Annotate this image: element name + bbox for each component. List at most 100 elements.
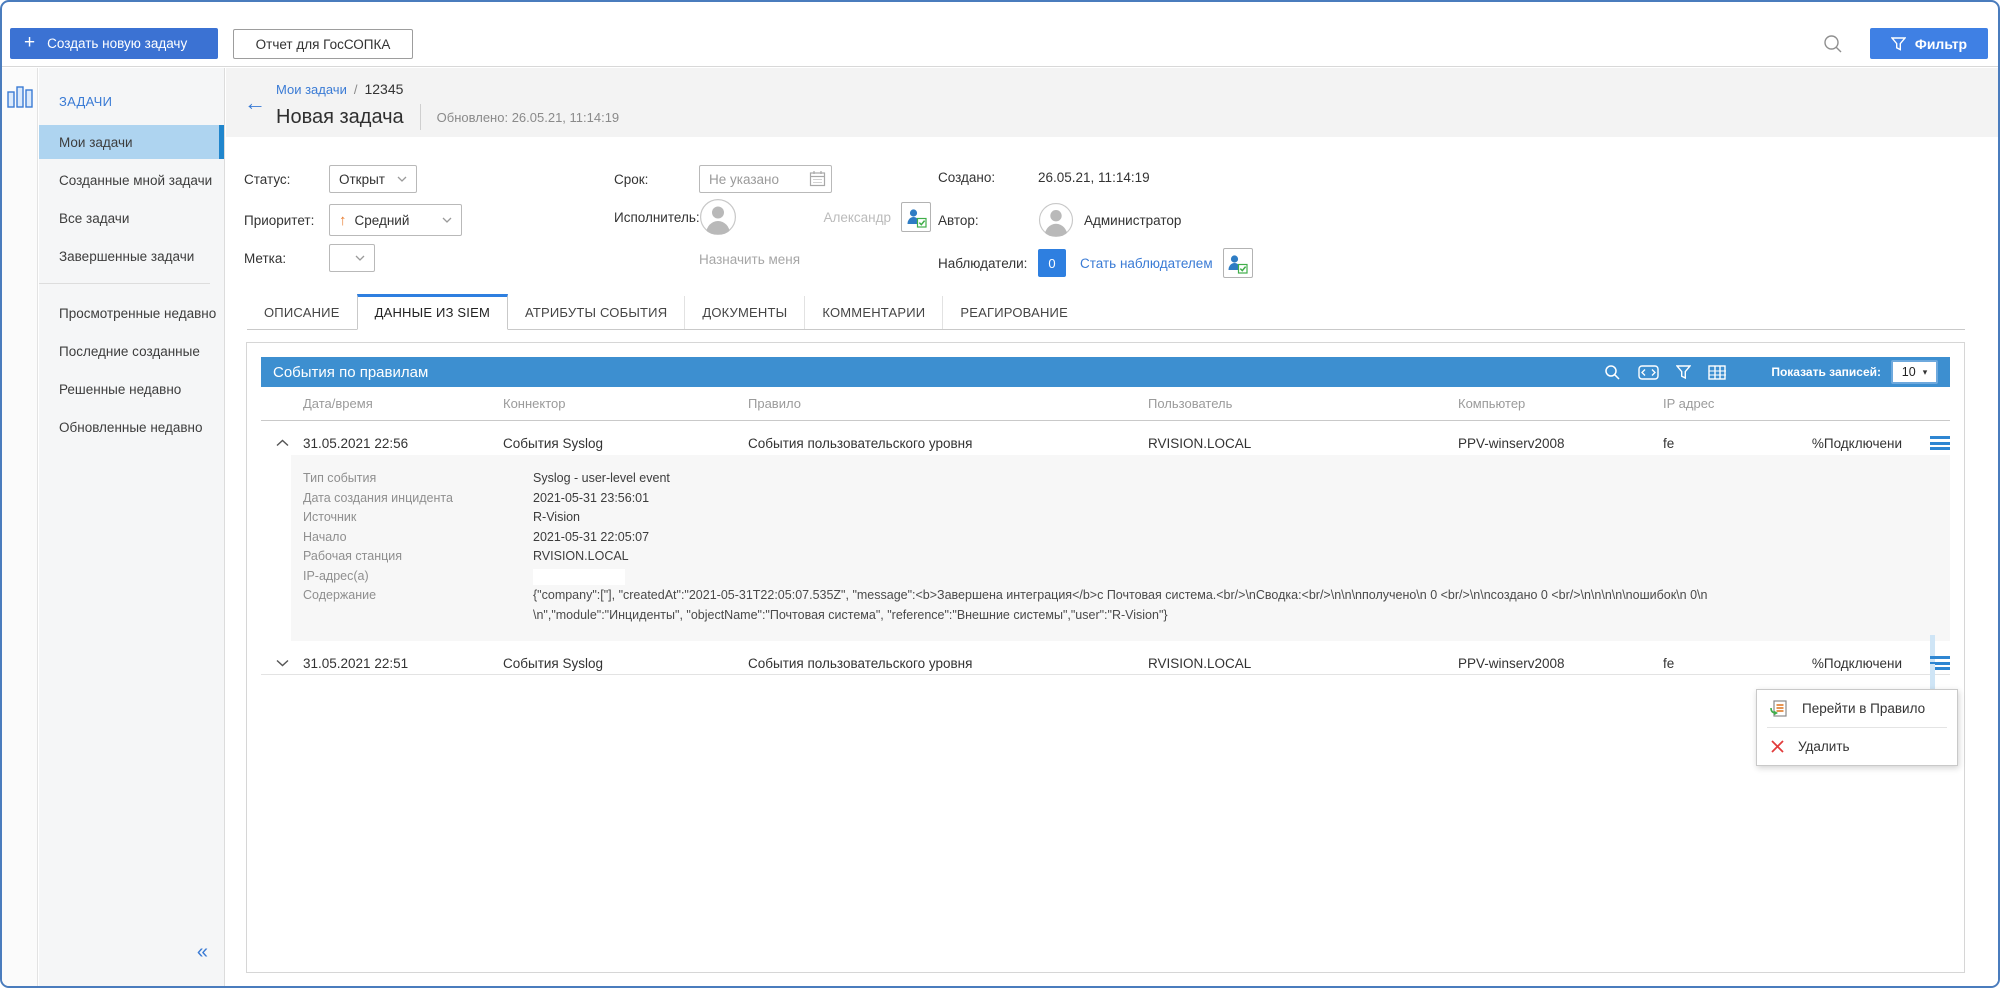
delete-x-icon	[1770, 739, 1785, 754]
tag-label: Метка:	[244, 250, 287, 266]
create-task-label: Создать новую задачу	[47, 36, 188, 51]
priority-label: Приоритет:	[244, 212, 315, 228]
sidebar-item-last-created[interactable]: Последние созданные	[39, 334, 224, 368]
chevron-down-icon	[397, 176, 407, 182]
cell-computer: PPV-winserv2008	[1458, 435, 1565, 451]
tab-comments[interactable]: КОММЕНТАРИИ	[804, 296, 942, 329]
cell-ip: fe	[1663, 435, 1675, 451]
sidebar-item-all-tasks[interactable]: Все задачи	[39, 201, 224, 235]
filter-button[interactable]: Фильтр	[1870, 28, 1988, 59]
dashboard-bars-icon[interactable]	[7, 86, 33, 113]
priority-value: Средний	[354, 212, 410, 228]
breadcrumb-separator: /	[353, 82, 358, 97]
cell-extra: %Подключени	[1811, 655, 1902, 671]
column-width-icon[interactable]	[1638, 364, 1660, 380]
author-avatar	[1038, 202, 1074, 238]
tab-description[interactable]: ОПИСАНИЕ	[247, 296, 357, 329]
detail-label: Дата создания инцидента	[303, 490, 453, 505]
col-ip[interactable]: IP адрес	[1663, 396, 1772, 411]
col-computer[interactable]: Компьютер	[1458, 396, 1663, 411]
cell-user: RVISION.LOCAL	[1148, 435, 1252, 451]
detail-label: Рабочая станция	[303, 549, 403, 563]
col-connector[interactable]: Коннектор	[503, 396, 748, 411]
sidebar-item-recently-updated[interactable]: Обновленные недавно	[39, 410, 224, 444]
assignee-avatar[interactable]	[699, 198, 737, 236]
tab-siem-data[interactable]: ДАННЫЕ ИЗ SIEM	[356, 294, 509, 330]
cell-extra: %Подключени	[1811, 435, 1902, 451]
tag-select[interactable]	[329, 244, 375, 272]
row-menu-button[interactable]	[1930, 415, 1950, 471]
context-menu-label: Удалить	[1798, 739, 1850, 754]
detail-label: IP-адрес(а)	[303, 568, 369, 583]
row-menu-button[interactable]	[1930, 635, 1950, 691]
status-select[interactable]: Открыт	[329, 165, 417, 193]
detail-value: RVISION.LOCAL	[533, 549, 629, 563]
assign-user-button[interactable]	[901, 202, 931, 232]
created-label: Создано:	[938, 170, 996, 185]
breadcrumb-current: 12345	[364, 81, 404, 97]
table-row[interactable]: 31.05.2021 22:56 События Syslog События …	[261, 421, 1950, 455]
sidebar-item-recently-viewed[interactable]: Просмотренные недавно	[39, 296, 224, 330]
status-label: Статус:	[244, 171, 291, 187]
detail-value: 2021-05-31 22:05:07	[533, 529, 650, 544]
events-table: Дата/время Коннектор Правило Пользовател…	[261, 387, 1950, 691]
cell-user: RVISION.LOCAL	[1148, 655, 1252, 671]
app-window: + Создать новую задачу Отчет для ГосСОПК…	[0, 0, 2000, 988]
detail-label: Источник	[303, 510, 357, 524]
show-records-label: Показать записей:	[1771, 365, 1881, 379]
add-watcher-button[interactable]	[1222, 248, 1253, 278]
cell-connector: События Syslog	[503, 435, 603, 451]
become-watcher-link[interactable]: Стать наблюдателем	[1080, 256, 1213, 271]
context-menu-item-delete[interactable]: Удалить	[1757, 728, 1957, 765]
col-user[interactable]: Пользователь	[1148, 396, 1458, 411]
breadcrumb-link-my-tasks[interactable]: Мои задачи	[276, 82, 347, 97]
watchers-count-badge[interactable]: 0	[1038, 249, 1066, 277]
siem-events-panel: События по правилам Показать записей: 10…	[246, 342, 1965, 973]
calendar-icon[interactable]	[809, 170, 826, 190]
sidebar-collapse-button[interactable]: «	[197, 941, 208, 964]
events-table-title: События по правилам	[273, 363, 429, 381]
page-size-value: 10	[1901, 365, 1916, 379]
detail-value: Syslog - user-level event	[533, 471, 670, 485]
events-table-header-row: Дата/время Коннектор Правило Пользовател…	[261, 387, 1950, 421]
sidebar-section-title: ЗАДАЧИ	[59, 94, 113, 109]
table-columns-icon[interactable]	[1708, 364, 1727, 380]
col-datetime[interactable]: Дата/время	[303, 396, 503, 411]
detail-label: Тип события	[303, 471, 377, 485]
author-value: Администратор	[1084, 212, 1182, 228]
hamburger-icon	[1930, 436, 1950, 450]
sidebar-item-recently-solved[interactable]: Решенные недавно	[39, 372, 224, 406]
detail-label: Содержание	[303, 588, 377, 602]
table-filter-icon[interactable]	[1676, 364, 1692, 380]
sidebar-item-created-by-me[interactable]: Созданные мной задачи	[39, 163, 224, 197]
chevron-up-icon[interactable]	[276, 439, 289, 447]
priority-select[interactable]: ↑ Средний	[329, 204, 462, 236]
cell-ip: fe	[1663, 655, 1675, 671]
table-search-icon[interactable]	[1604, 364, 1621, 381]
watchers-label: Наблюдатели:	[938, 255, 1028, 271]
assignee-label: Исполнитель:	[614, 209, 700, 225]
main-content: ← Мои задачи / 12345 Новая задача Обновл…	[226, 68, 1998, 986]
created-value: 26.05.21, 11:14:19	[1038, 170, 1150, 185]
detail-value: 2021-05-31 23:56:01	[533, 490, 650, 505]
plus-icon: +	[24, 32, 36, 53]
chevron-down-icon[interactable]	[276, 659, 289, 667]
tab-event-attributes[interactable]: АТРИБУТЫ СОБЫТИЯ	[508, 296, 684, 329]
sidebar-item-my-tasks[interactable]: Мои задачи	[39, 125, 224, 159]
table-row[interactable]: 31.05.2021 22:51 События Syslog События …	[261, 635, 1950, 691]
context-menu-item-go-to-rule[interactable]: Перейти в Правило	[1757, 690, 1957, 727]
col-rule[interactable]: Правило	[748, 396, 1148, 411]
tab-response[interactable]: РЕАГИРОВАНИЕ	[942, 296, 1085, 329]
cell-rule: События пользовательского уровня	[748, 435, 973, 451]
page-header: ← Мои задачи / 12345 Новая задача Обновл…	[226, 68, 1998, 137]
tab-documents[interactable]: ДОКУМЕНТЫ	[684, 296, 804, 329]
create-task-button[interactable]: + Создать новую задачу	[10, 28, 218, 59]
page-size-select[interactable]: 10 ▾	[1891, 360, 1938, 384]
assign-me-link[interactable]: Назначить меня	[699, 252, 800, 267]
cell-datetime: 31.05.2021 22:51	[303, 655, 409, 671]
search-icon[interactable]	[1822, 33, 1844, 55]
gossopka-report-button[interactable]: Отчет для ГосСОПКА	[233, 29, 413, 59]
sidebar-item-completed[interactable]: Завершенные задачи	[39, 239, 224, 273]
back-button[interactable]: ←	[244, 92, 266, 114]
detail-value-redacted	[533, 568, 625, 585]
